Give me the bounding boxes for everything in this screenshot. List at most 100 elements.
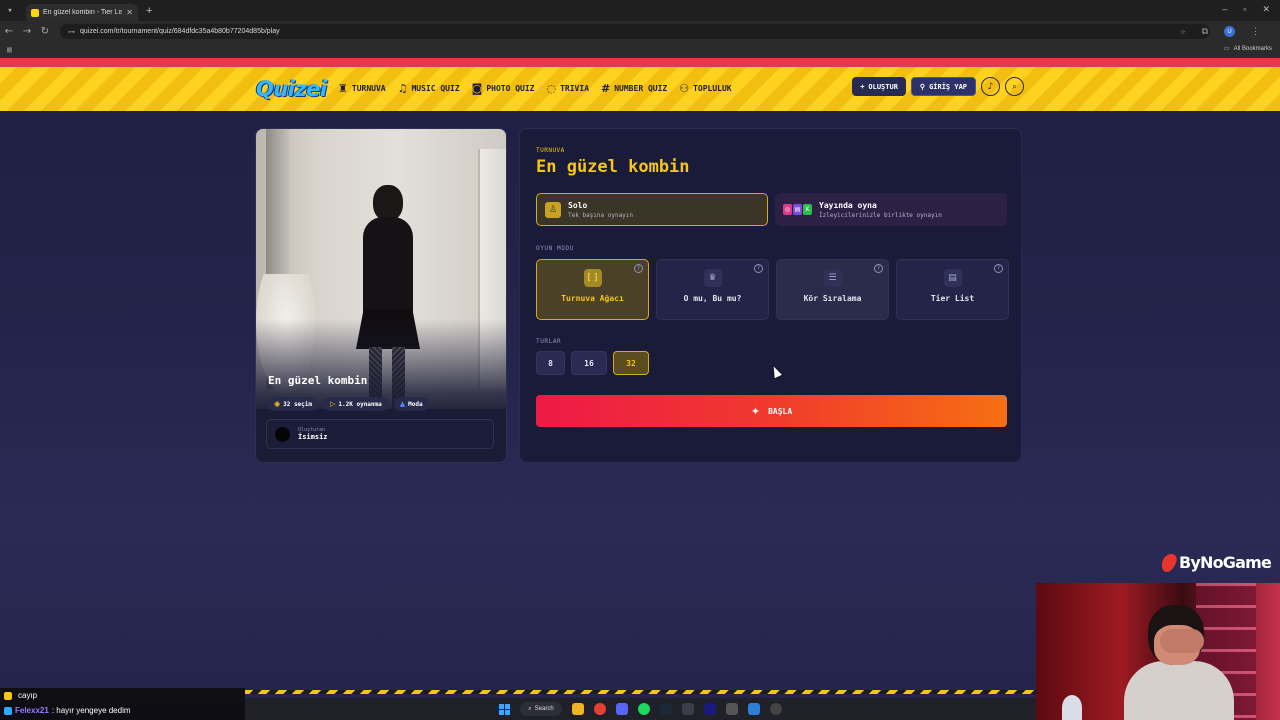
search-icon[interactable]: ⌕ [1005, 77, 1024, 96]
apps-grid-icon[interactable]: ▦ [7, 45, 12, 54]
bynogame-watermark: ByNoGame [1159, 553, 1272, 572]
user-icon: ♙ [545, 201, 561, 218]
nav-photo-quiz[interactable]: ◙ PHOTO QUIZ [472, 82, 535, 95]
mode-title: Yayında oyna [819, 200, 877, 210]
window-controls: – ▫ ✕ [1222, 4, 1270, 15]
windows-start-icon[interactable] [499, 703, 511, 715]
browser-tab-bar: ▾ En güzel kombin - Tier List, Kö ✕ + – … [0, 0, 1280, 21]
nav-number-quiz[interactable]: # NUMBER QUIZ [601, 82, 667, 95]
discord-icon[interactable] [615, 703, 628, 715]
stream-mode-option[interactable]: ◎ ▤ K Yayında oyna İzleyicilerinizle bir… [775, 193, 1007, 226]
spotify-icon[interactable] [637, 703, 650, 715]
close-tab-icon[interactable]: ✕ [126, 8, 133, 17]
start-button[interactable]: ✦ BAŞLA [536, 395, 1007, 427]
game-mode-bracket[interactable]: ? [ ] Turnuva Ağacı [536, 259, 649, 320]
app-icon[interactable] [769, 703, 782, 715]
game-mode-this-or-that[interactable]: ? ♛ O mu, Bu mu? [656, 259, 769, 320]
premiere-icon[interactable] [703, 703, 716, 715]
nav-label: PHOTO QUIZ [486, 84, 535, 93]
brand-text: ByNoGame [1179, 553, 1272, 572]
all-bookmarks-button[interactable]: ▭ All Bookmarks [1224, 45, 1272, 53]
create-button[interactable]: + OLUŞTUR [852, 77, 906, 96]
tab-search-icon[interactable]: ▾ [0, 0, 20, 21]
steam-icon[interactable] [659, 703, 672, 715]
chrome-icon[interactable] [593, 703, 606, 715]
back-icon[interactable]: ← [0, 26, 18, 37]
nav-topluluk[interactable]: ⚇ TOPLULUK [679, 82, 731, 95]
browser-tab[interactable]: En güzel kombin - Tier List, Kö ✕ [26, 4, 138, 21]
windows-taskbar: ⌕ Search [245, 698, 1036, 720]
url-input[interactable]: ⊶ quizei.com/tr/tournament/quiz/684dfdc3… [60, 24, 1210, 39]
nav-label: MUSIC QUIZ [411, 84, 460, 93]
user-icon: ⚲ [919, 82, 926, 91]
help-icon[interactable]: ? [874, 264, 883, 273]
chat-message: cayıp [4, 688, 245, 703]
notification-bell-icon[interactable]: ♪ [981, 77, 1000, 96]
url-text: quizei.com/tr/tournament/quiz/684dfdc35a… [80, 28, 280, 35]
nav-trivia[interactable]: ◌ TRIVIA [547, 82, 590, 95]
start-label: BAŞLA [768, 406, 793, 416]
obs-icon[interactable] [681, 703, 694, 715]
creator-box[interactable]: Oluşturan İsimsiz [266, 419, 494, 449]
category-icon: ▲ [399, 400, 406, 408]
cover-person-head [373, 185, 403, 221]
webcam-person-body [1124, 661, 1234, 720]
game-mode-blind-ranking[interactable]: ? ☰ Kör Sıralama [776, 259, 889, 320]
login-button[interactable]: ⚲ GİRİŞ YAP [910, 77, 976, 96]
creator-name: İsimsiz [298, 433, 328, 441]
game-mode-label-text: Kör Sıralama [803, 294, 862, 303]
chat-badge-icon [4, 706, 12, 715]
round-options: 8 16 32 [536, 351, 649, 375]
nav-label: TOPLULUK [693, 84, 732, 93]
app-icon[interactable] [725, 703, 738, 715]
image-icon: ◉ [274, 400, 281, 408]
forward-icon[interactable]: → [18, 26, 36, 37]
round-option-8[interactable]: 8 [536, 351, 565, 375]
minimize-icon[interactable]: – [1222, 4, 1227, 15]
site-favicon-icon [31, 8, 39, 17]
help-icon[interactable]: ? [634, 264, 643, 273]
nav-turnuva[interactable]: ♜ TURNUVA [338, 82, 386, 95]
profile-avatar[interactable]: U [1224, 26, 1235, 37]
choices-text: 32 seçim [283, 400, 313, 408]
rounds-label: TURLAR [536, 338, 562, 345]
instagram-icon: ◎ [783, 204, 792, 215]
file-explorer-icon[interactable] [571, 703, 584, 715]
kick-icon: K [803, 204, 812, 215]
users-icon: ⚇ [679, 82, 690, 95]
new-tab-button[interactable]: + [146, 5, 152, 17]
camera-icon: ◙ [471, 82, 483, 95]
menu-icon[interactable]: ⋮ [1251, 27, 1260, 37]
app-icon[interactable] [747, 703, 760, 715]
round-option-32[interactable]: 32 [613, 351, 649, 375]
site-info-icon[interactable]: ⊶ [68, 28, 75, 36]
nav-actions: + OLUŞTUR ⚲ GİRİŞ YAP ♪ ⌕ [852, 77, 1024, 96]
site-navbar: Quizei ♜ TURNUVA ♫ MUSIC QUIZ ◙ PHOTO QUIZ … [0, 67, 1280, 111]
help-icon[interactable]: ? [754, 264, 763, 273]
restore-icon[interactable]: ▫ [1243, 4, 1246, 15]
mode-subtitle: Tek başına oynayın [568, 211, 634, 219]
setup-title: En güzel kombin [536, 157, 690, 177]
round-option-16[interactable]: 16 [571, 351, 607, 375]
category-chip[interactable]: ▲ Moda [393, 397, 429, 411]
bookmark-star-icon[interactable]: ☆ [1180, 27, 1185, 37]
quizei-logo[interactable]: Quizei [256, 77, 327, 101]
game-mode-label-text: Turnuva Ağacı [561, 294, 624, 303]
announcement-strip [0, 58, 1280, 67]
quiz-cover-image [256, 129, 506, 419]
help-icon[interactable]: ? [994, 264, 1003, 273]
chat-text: cayıp [18, 691, 38, 700]
game-mode-options: ? [ ] Turnuva Ağacı ? ♛ O mu, Bu mu? ? ☰… [536, 259, 1009, 320]
bracket-icon: [ ] [583, 269, 602, 287]
close-window-icon[interactable]: ✕ [1262, 4, 1270, 15]
game-mode-tier-list[interactable]: ? ▤ Tier List [896, 259, 1009, 320]
solo-mode-option[interactable]: ♙ Solo Tek başına oynayın [536, 193, 768, 226]
reload-icon[interactable]: ↻ [36, 26, 54, 37]
overlay-hazard-stripe [245, 690, 1036, 694]
taskbar-search-button[interactable]: ⌕ Search [520, 702, 562, 716]
nav-label: NUMBER QUIZ [614, 84, 668, 93]
quiz-type-kicker: TURNUVA [536, 147, 565, 154]
extensions-icon[interactable]: ⧉ [1202, 27, 1208, 37]
nav-music-quiz[interactable]: ♫ MUSIC QUIZ [398, 82, 460, 95]
nav-links: ♜ TURNUVA ♫ MUSIC QUIZ ◙ PHOTO QUIZ ◌ TRIVIA… [338, 82, 732, 95]
